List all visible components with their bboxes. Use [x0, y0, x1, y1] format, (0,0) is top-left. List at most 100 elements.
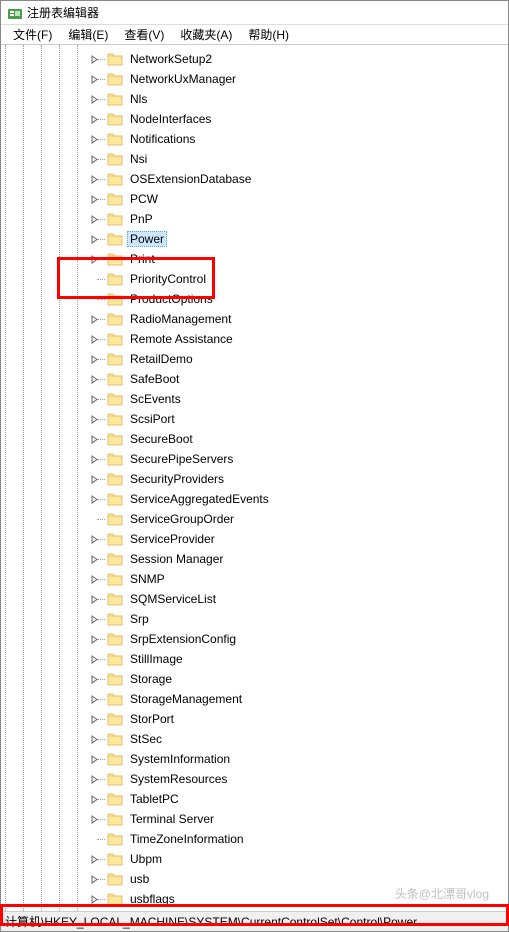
tree-item-label[interactable]: ServiceAggregatedEvents: [127, 491, 272, 507]
tree-item-label[interactable]: SystemResources: [127, 771, 230, 787]
tree-item[interactable]: StSec: [21, 729, 508, 749]
tree-item-label[interactable]: StSec: [127, 731, 165, 747]
tree-item-label[interactable]: NodeInterfaces: [127, 111, 214, 127]
expand-collapse-icon[interactable]: [89, 814, 100, 825]
tree-item[interactable]: usbflags: [21, 889, 508, 909]
tree-item-label[interactable]: Nls: [127, 91, 150, 107]
expand-collapse-icon[interactable]: [89, 394, 100, 405]
expand-collapse-icon[interactable]: [89, 214, 100, 225]
tree-item[interactable]: Notifications: [21, 129, 508, 149]
expand-collapse-icon[interactable]: [89, 374, 100, 385]
tree-item[interactable]: SecureBoot: [21, 429, 508, 449]
expand-collapse-icon[interactable]: [89, 874, 100, 885]
tree-item-label[interactable]: ScsiPort: [127, 411, 178, 427]
tree-item-label[interactable]: SystemInformation: [127, 751, 233, 767]
tree-item[interactable]: SystemInformation: [21, 749, 508, 769]
expand-collapse-icon[interactable]: [89, 534, 100, 545]
tree-item-label[interactable]: NetworkSetup2: [127, 51, 215, 67]
tree-item[interactable]: Remote Assistance: [21, 329, 508, 349]
tree-item-label[interactable]: TimeZoneInformation: [127, 831, 247, 847]
expand-collapse-icon[interactable]: [89, 134, 100, 145]
tree-item-label[interactable]: TabletPC: [127, 791, 182, 807]
expand-collapse-icon[interactable]: [89, 234, 100, 245]
expand-collapse-icon[interactable]: [89, 454, 100, 465]
tree-item[interactable]: SecurePipeServers: [21, 449, 508, 469]
expand-collapse-icon[interactable]: [89, 114, 100, 125]
expand-collapse-icon[interactable]: [89, 314, 100, 325]
tree-item[interactable]: Session Manager: [21, 549, 508, 569]
tree-item-label[interactable]: PriorityControl: [127, 271, 209, 287]
tree-item[interactable]: StillImage: [21, 649, 508, 669]
tree-item[interactable]: SQMServiceList: [21, 589, 508, 609]
tree-item[interactable]: ServiceProvider: [21, 529, 508, 549]
tree-item[interactable]: StorPort: [21, 709, 508, 729]
tree-item-label[interactable]: usbflags: [127, 891, 178, 907]
tree-item-label[interactable]: StorPort: [127, 711, 177, 727]
expand-collapse-icon[interactable]: [89, 194, 100, 205]
expand-collapse-icon[interactable]: [89, 634, 100, 645]
tree-item-label[interactable]: StorageManagement: [127, 691, 245, 707]
tree-item-label[interactable]: Terminal Server: [127, 811, 217, 827]
tree-item-label[interactable]: Nsi: [127, 151, 150, 167]
expand-collapse-icon[interactable]: [89, 354, 100, 365]
tree-item[interactable]: RadioManagement: [21, 309, 508, 329]
expand-collapse-icon[interactable]: [89, 254, 100, 265]
tree-item-label[interactable]: Srp: [127, 611, 152, 627]
expand-collapse-icon[interactable]: [89, 674, 100, 685]
tree-item-label[interactable]: Session Manager: [127, 551, 226, 567]
tree-item-label[interactable]: Ubpm: [127, 851, 165, 867]
registry-tree[interactable]: NetworkSetup2 NetworkUxManager Nls NodeInte…: [1, 45, 508, 911]
expand-collapse-icon[interactable]: [89, 494, 100, 505]
tree-item-label[interactable]: Remote Assistance: [127, 331, 236, 347]
expand-collapse-icon[interactable]: [89, 574, 100, 585]
tree-item-label[interactable]: ServiceProvider: [127, 531, 218, 547]
tree-item[interactable]: TimeZoneInformation: [21, 829, 508, 849]
expand-collapse-icon[interactable]: [89, 774, 100, 785]
tree-item[interactable]: Nls: [21, 89, 508, 109]
expand-collapse-icon[interactable]: [89, 894, 100, 905]
tree-item[interactable]: ScsiPort: [21, 409, 508, 429]
tree-item-label[interactable]: SQMServiceList: [127, 591, 219, 607]
tree-item-label[interactable]: OSExtensionDatabase: [127, 171, 254, 187]
tree-item-label[interactable]: PnP: [127, 211, 156, 227]
tree-item[interactable]: NetworkUxManager: [21, 69, 508, 89]
tree-item-label[interactable]: Power: [127, 231, 167, 247]
expand-collapse-icon[interactable]: [89, 74, 100, 85]
menu-help[interactable]: 帮助(H): [240, 24, 297, 45]
menu-favorites[interactable]: 收藏夹(A): [172, 24, 240, 45]
tree-item-label[interactable]: RetailDemo: [127, 351, 196, 367]
tree-item[interactable]: ScEvents: [21, 389, 508, 409]
expand-collapse-icon[interactable]: [89, 154, 100, 165]
tree-item-label[interactable]: Storage: [127, 671, 175, 687]
expand-collapse-icon[interactable]: [89, 434, 100, 445]
tree-item[interactable]: usb: [21, 869, 508, 889]
tree-item-label[interactable]: NetworkUxManager: [127, 71, 239, 87]
tree-item-label[interactable]: SrpExtensionConfig: [127, 631, 239, 647]
expand-collapse-icon[interactable]: [89, 554, 100, 565]
tree-item[interactable]: PnP: [21, 209, 508, 229]
tree-item[interactable]: ServiceGroupOrder: [21, 509, 508, 529]
tree-item[interactable]: RetailDemo: [21, 349, 508, 369]
expand-collapse-icon[interactable]: [89, 614, 100, 625]
tree-item-label[interactable]: SecurityProviders: [127, 471, 227, 487]
expand-collapse-icon[interactable]: [89, 594, 100, 605]
tree-item[interactable]: OSExtensionDatabase: [21, 169, 508, 189]
tree-item[interactable]: Srp: [21, 609, 508, 629]
expand-collapse-icon[interactable]: [89, 734, 100, 745]
tree-item-label[interactable]: usb: [127, 871, 152, 887]
expand-collapse-icon[interactable]: [89, 654, 100, 665]
expand-collapse-icon[interactable]: [89, 474, 100, 485]
expand-collapse-icon[interactable]: [89, 794, 100, 805]
tree-item[interactable]: Print: [21, 249, 508, 269]
tree-item[interactable]: SrpExtensionConfig: [21, 629, 508, 649]
tree-item-label[interactable]: ScEvents: [127, 391, 184, 407]
tree-item-label[interactable]: ServiceGroupOrder: [127, 511, 237, 527]
menu-file[interactable]: 文件(F): [5, 24, 60, 45]
tree-item[interactable]: SafeBoot: [21, 369, 508, 389]
tree-item-label[interactable]: SNMP: [127, 571, 168, 587]
tree-item-label[interactable]: Print: [127, 251, 158, 267]
tree-item[interactable]: Nsi: [21, 149, 508, 169]
tree-item[interactable]: PriorityControl: [21, 269, 508, 289]
tree-item[interactable]: Ubpm: [21, 849, 508, 869]
tree-item-label[interactable]: SecurePipeServers: [127, 451, 236, 467]
